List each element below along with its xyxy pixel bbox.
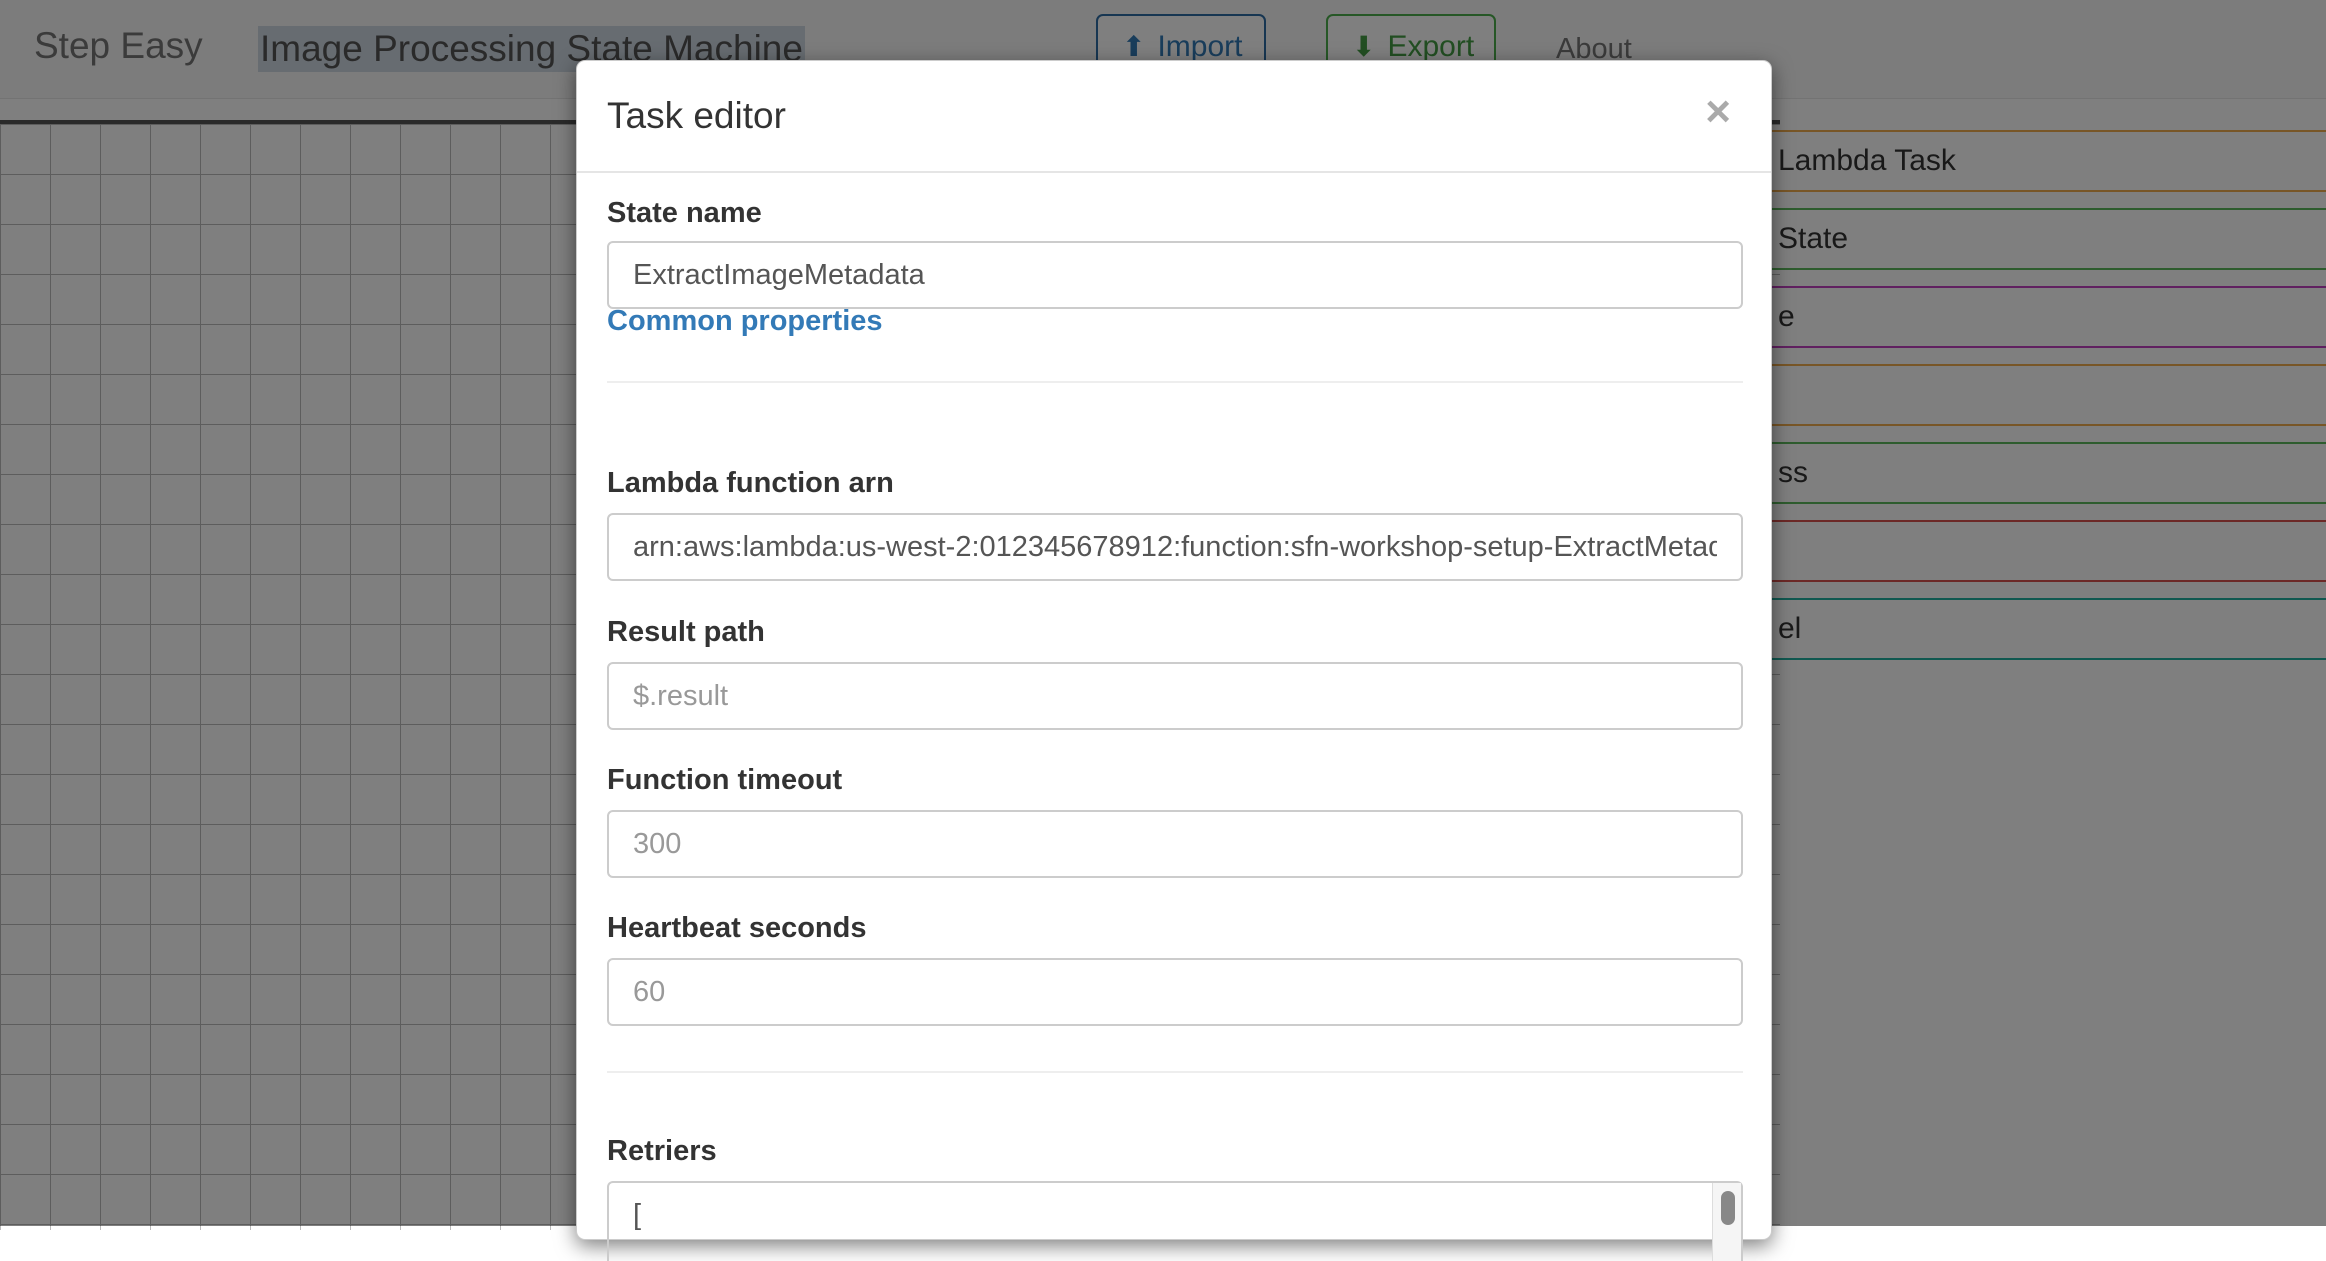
- heartbeat-label: Heartbeat seconds: [607, 912, 867, 944]
- function-timeout-input[interactable]: [607, 810, 1743, 878]
- function-timeout-label: Function timeout: [607, 764, 843, 796]
- result-path-input[interactable]: [607, 662, 1743, 730]
- textarea-scrollbar[interactable]: [1712, 1183, 1741, 1261]
- retriers-text: [: [633, 1199, 642, 1231]
- modal-title: Task editor: [607, 95, 786, 136]
- close-icon[interactable]: ×: [1705, 87, 1731, 137]
- lambda-arn-input[interactable]: [607, 513, 1743, 581]
- scrollbar-thumb[interactable]: [1721, 1191, 1735, 1225]
- state-name-input[interactable]: [607, 241, 1743, 309]
- heartbeat-input[interactable]: [607, 958, 1743, 1026]
- modal-header: Task editor ×: [577, 61, 1771, 173]
- task-editor-modal: Task editor × State name Common properti…: [576, 60, 1772, 1261]
- state-name-label: State name: [607, 197, 762, 229]
- common-properties-link[interactable]: Common properties: [607, 305, 883, 338]
- lambda-arn-label: Lambda function arn: [607, 467, 894, 499]
- retriers-textarea[interactable]: [: [607, 1181, 1743, 1261]
- retriers-label: Retriers: [607, 1135, 717, 1167]
- divider: [607, 1071, 1743, 1073]
- result-path-label: Result path: [607, 616, 765, 648]
- divider: [607, 381, 1743, 383]
